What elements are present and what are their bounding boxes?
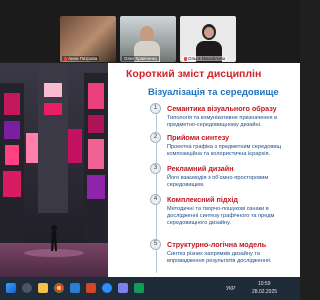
participant-face — [204, 27, 214, 38]
teams-icon[interactable] — [118, 283, 128, 293]
shared-slide: Короткий зміст дисциплін Візуалізація та… — [0, 63, 300, 277]
clock-time[interactable]: 10:59 — [258, 281, 271, 287]
participant-name: Анна Патрова — [68, 56, 98, 61]
item-desc-line: предметно-середовищному дизайні. — [167, 122, 262, 128]
item-desc-line: впровадження результатів дослідження. — [167, 258, 272, 264]
city-photo-graphic — [0, 63, 108, 277]
step-number: 4 — [150, 194, 161, 205]
word-icon[interactable] — [70, 283, 80, 293]
participant-tile-3[interactable]: Ольга Михайлова — [180, 16, 236, 62]
mic-muted-icon — [184, 56, 187, 61]
item-title: Рекламний дизайн — [167, 164, 234, 173]
taskbar: УКР 10:59 28.02.2025 — [0, 277, 300, 300]
participant-name: Олег Кравченко — [124, 56, 158, 61]
item-desc-line: середовищного дизайну. — [167, 220, 231, 226]
search-icon[interactable] — [22, 283, 32, 293]
chrome-icon[interactable] — [54, 283, 64, 293]
item-title: Структурно-логічна модель — [167, 240, 267, 249]
start-icon[interactable] — [6, 283, 16, 293]
step-number: 1 — [150, 103, 161, 114]
excel-icon[interactable] — [134, 283, 144, 293]
participant-tile-1[interactable]: Анна Патрова — [60, 16, 116, 62]
item-title: Прийоми синтезу — [167, 133, 230, 142]
participant-strip: Анна Патрова Олег Кравченко Ольга Михайл… — [0, 0, 300, 62]
step-number: 3 — [150, 163, 161, 174]
slide-subtitle: Візуалізація та середовище — [148, 87, 279, 98]
times-square-photo — [0, 63, 108, 277]
item-title: Комплексний підхід — [167, 195, 238, 204]
item-desc-line: середовищем. — [167, 182, 205, 188]
powerpoint-icon[interactable] — [86, 283, 96, 293]
participant-tile-2[interactable]: Олег Кравченко — [120, 16, 176, 62]
mic-muted-icon — [64, 56, 67, 61]
item-title: Семантика візуального образу — [167, 104, 277, 113]
zoom-icon[interactable] — [102, 283, 112, 293]
file-explorer-icon[interactable] — [38, 283, 48, 293]
clock-date[interactable]: 28.02.2025 — [252, 289, 277, 295]
step-number: 5 — [150, 239, 161, 250]
participant-name: Ольга Михайлова — [188, 56, 226, 61]
participant-face — [140, 26, 154, 42]
item-desc-line: композиційна та колористична ієрархія. — [167, 151, 271, 157]
step-number: 2 — [150, 132, 161, 143]
slide-title: Короткий зміст дисциплін — [126, 68, 262, 80]
language-indicator[interactable]: УКР — [226, 286, 235, 292]
